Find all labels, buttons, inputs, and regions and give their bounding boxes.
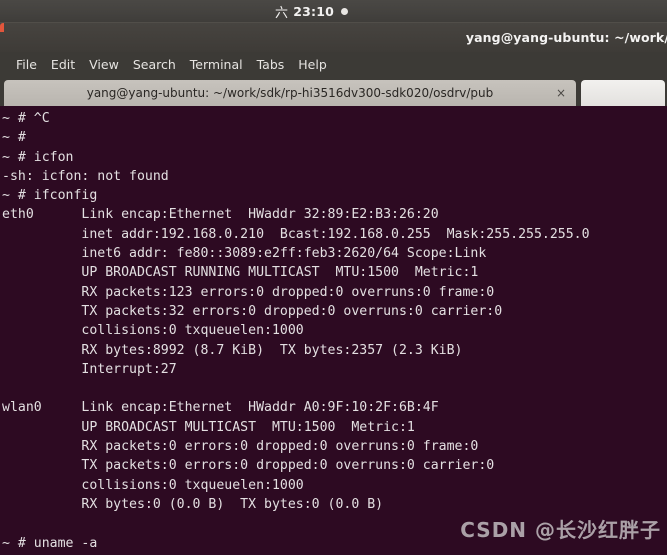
terminal-line: inet addr:192.168.0.210 Bcast:192.168.0.…: [2, 226, 590, 242]
tab-close-icon[interactable]: ×: [556, 87, 566, 99]
terminal-line: ~ # icfon: [2, 149, 74, 165]
terminal-line: collisions:0 txqueuelen:1000: [2, 477, 304, 493]
menu-item-view[interactable]: View: [82, 57, 126, 72]
terminal-line: RX packets:123 errors:0 dropped:0 overru…: [2, 284, 495, 300]
terminal-line: collisions:0 txqueuelen:1000: [2, 323, 304, 339]
terminal-line: eth0 Link encap:Ethernet HWaddr 32:89:E2…: [2, 207, 439, 223]
tab-secondary[interactable]: [581, 80, 665, 106]
terminal-line: RX bytes:8992 (8.7 KiB) TX bytes:2357 (2…: [2, 342, 463, 358]
terminal-line: TX packets:0 errors:0 dropped:0 overruns…: [2, 458, 495, 474]
terminal-output-area[interactable]: ~ # ^C ~ # ~ # icfon -sh: icfon: not found ~…: [0, 106, 667, 555]
dot-indicator-icon: [341, 7, 348, 15]
menu-bar: File Edit View Search Terminal Tabs Help: [0, 52, 667, 76]
terminal-window: yang@yang-ubuntu: ~/work/ File Edit View…: [0, 22, 667, 555]
terminal-line: ~ #: [2, 130, 26, 146]
terminal-line: RX packets:0 errors:0 dropped:0 overruns…: [2, 439, 479, 455]
menu-item-edit[interactable]: Edit: [44, 57, 82, 72]
menu-item-search[interactable]: Search: [126, 57, 183, 72]
terminal-line: ~ # ifconfig: [2, 188, 98, 204]
menu-item-tabs[interactable]: Tabs: [250, 57, 292, 72]
terminal-line: Interrupt:27: [2, 361, 177, 377]
terminal-line: UP BROADCAST MULTICAST MTU:1500 Metric:1: [2, 419, 415, 435]
clock-time-label: 23:10: [293, 3, 334, 19]
terminal-line: inet6 addr: fe80::3089:e2ff:feb3:2620/64…: [2, 246, 487, 262]
menu-item-file[interactable]: File: [9, 57, 44, 72]
terminal-line: ~ # ^C: [2, 111, 50, 126]
menu-item-help[interactable]: Help: [291, 57, 334, 72]
terminal-line: UP BROADCAST RUNNING MULTICAST MTU:1500 …: [2, 265, 479, 281]
system-top-panel: 六 23:10: [0, 0, 667, 22]
tab-active-label: yang@yang-ubuntu: ~/work/sdk/rp-hi3516dv…: [86, 86, 494, 100]
terminal-line: TX packets:32 errors:0 dropped:0 overrun…: [2, 303, 503, 319]
tab-active[interactable]: yang@yang-ubuntu: ~/work/sdk/rp-hi3516dv…: [4, 80, 576, 106]
terminal-lines: ~ # ^C ~ # ~ # icfon -sh: icfon: not found ~…: [2, 109, 667, 555]
terminal-line: RX bytes:0 (0.0 B) TX bytes:0 (0.0 B): [2, 496, 384, 512]
clock-day-label: 六: [275, 5, 289, 21]
terminal-line: ~ # uname -a: [2, 535, 98, 551]
terminal-line: wlan0 Link encap:Ethernet HWaddr A0:9F:1…: [2, 400, 439, 416]
system-clock[interactable]: 六 23:10: [275, 2, 348, 21]
window-close-icon[interactable]: [0, 23, 4, 32]
window-title: yang@yang-ubuntu: ~/work/: [465, 30, 667, 45]
terminal-line: -sh: icfon: not found: [2, 168, 169, 184]
menu-item-terminal[interactable]: Terminal: [183, 57, 250, 72]
window-titlebar[interactable]: yang@yang-ubuntu: ~/work/: [0, 22, 667, 52]
tab-bar: yang@yang-ubuntu: ~/work/sdk/rp-hi3516dv…: [0, 76, 667, 106]
